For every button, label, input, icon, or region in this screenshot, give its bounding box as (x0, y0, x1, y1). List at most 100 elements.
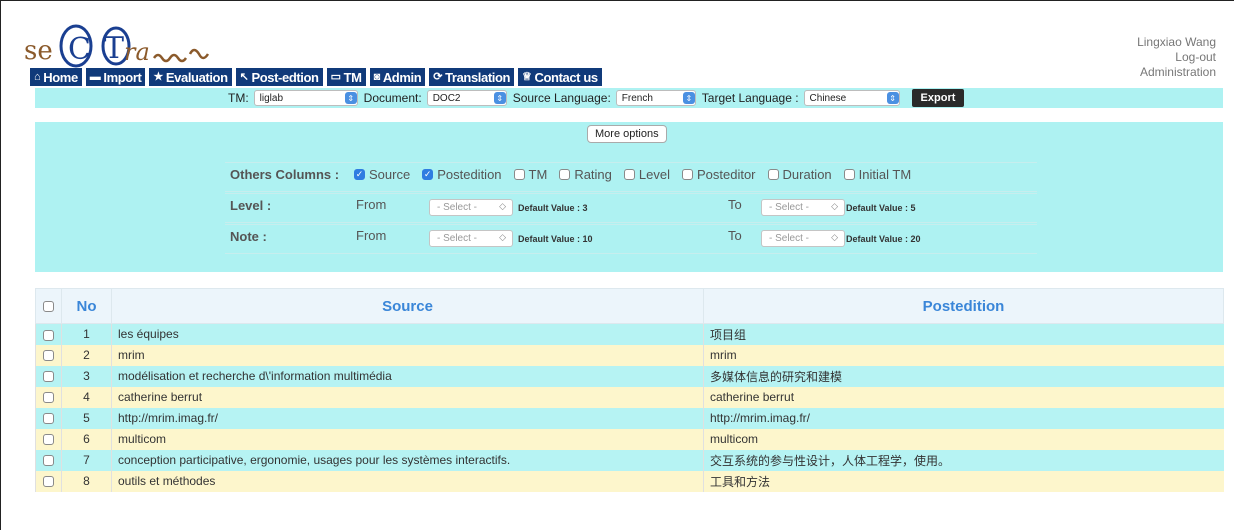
postedition-cell[interactable]: mrim (703, 344, 1224, 366)
select-arrows-icon: ⇕ (493, 92, 506, 104)
row-checkbox[interactable] (43, 329, 54, 341)
select-arrows-icon: ◇ (499, 232, 506, 242)
note-from-select[interactable]: - Select - ◇ (429, 230, 513, 247)
column-toggle-level[interactable]: Level (623, 167, 670, 182)
nav-label: Translation (445, 69, 511, 85)
target-language-select[interactable]: Chinese ⇕ (803, 90, 900, 106)
row-checkbox[interactable] (43, 413, 54, 425)
table-row[interactable]: 8 outils et méthodes 工具和方法 (35, 470, 1224, 492)
main-nav: ⌂ Home ▬ Import ★ Evaluation ↖ Post-edtion ▭ TM ◙ A… (30, 68, 602, 86)
administration-link[interactable]: Administration (1137, 65, 1216, 80)
level-from-select[interactable]: - Select - ◇ (429, 199, 513, 216)
svg-text:T: T (104, 31, 124, 66)
more-options-button[interactable]: More options (587, 125, 667, 143)
source-cell[interactable]: http://mrim.imag.fr/ (111, 407, 704, 429)
nav-tm[interactable]: ▭ TM (326, 68, 366, 86)
table-row[interactable]: 3 modélisation et recherche d\'informatio… (35, 365, 1224, 387)
book-icon: ▭ (330, 70, 341, 83)
row-checkbox[interactable] (43, 371, 54, 383)
note-to-label: To (728, 228, 742, 243)
source-cell[interactable]: multicom (111, 428, 704, 450)
others-columns-label: Others Columns : (230, 167, 340, 182)
tm-label: TM: (228, 91, 249, 105)
row-number: 2 (61, 344, 112, 366)
table-row[interactable]: 7 conception participative, ergonomie, us… (35, 449, 1224, 471)
document-label: Document: (363, 91, 422, 105)
postedition-cell[interactable]: 多媒体信息的研究和建模 (703, 365, 1224, 387)
checkbox[interactable] (559, 169, 571, 180)
column-header-source[interactable]: Source (111, 288, 704, 324)
filter-table: Others Columns : ✓ Source ✓ Postedition TM Ra… (225, 162, 1037, 255)
note-from-default: Default Value : 10 (518, 234, 593, 244)
source-cell[interactable]: mrim (111, 344, 704, 366)
level-from-default: Default Value : 3 (518, 203, 588, 213)
column-toggle-posteditor[interactable]: Posteditor (681, 167, 756, 182)
source-cell[interactable]: catherine berrut (111, 386, 704, 408)
column-toggle-source[interactable]: ✓ Source (354, 167, 410, 182)
nav-contact-us[interactable]: ♕ Contact us (518, 68, 602, 86)
table-row[interactable]: 1 les équipes 项目组 (35, 323, 1224, 345)
nav-label: Import (103, 69, 142, 85)
postedition-cell[interactable]: http://mrim.imag.fr/ (703, 407, 1224, 429)
row-checkbox[interactable] (43, 434, 54, 446)
checkbox[interactable] (623, 169, 635, 180)
row-checkbox[interactable] (43, 392, 54, 404)
table-row[interactable]: 2 mrim mrim (35, 344, 1224, 366)
source-cell[interactable]: conception participative, ergonomie, usa… (111, 449, 704, 471)
column-toggle-duration[interactable]: Duration (767, 167, 832, 182)
select-all-checkbox[interactable] (43, 301, 54, 313)
table-row[interactable]: 6 multicom multicom (35, 428, 1224, 450)
source-cell[interactable]: les équipes (111, 323, 704, 345)
note-from-label: From (356, 228, 387, 243)
tm-select-value: liglab (259, 92, 284, 104)
nav-import[interactable]: ▬ Import (85, 68, 146, 86)
checkbox[interactable] (513, 169, 525, 180)
nav-label: Home (43, 69, 78, 85)
column-toggle-tm[interactable]: TM (513, 167, 548, 182)
column-header-postedition[interactable]: Postedition (703, 288, 1224, 324)
logout-link[interactable]: Log-out (1137, 50, 1216, 65)
select-arrows-icon: ◇ (499, 201, 506, 211)
checkbox[interactable] (843, 169, 855, 180)
select-arrows-icon: ⇕ (682, 92, 695, 104)
postedition-cell[interactable]: 交互系统的参与性设计，人体工程学，使用。 (703, 449, 1224, 471)
svg-text:ra: ra (124, 38, 150, 66)
table-header-row: No Source Postedition (35, 288, 1224, 324)
row-checkbox[interactable] (43, 476, 54, 488)
checkbox[interactable]: ✓ (422, 169, 434, 180)
target-language-value: Chinese (809, 92, 847, 104)
nav-home[interactable]: ⌂ Home (30, 68, 82, 86)
column-header-no[interactable]: No (61, 288, 112, 324)
source-cell[interactable]: modélisation et recherche d\'information… (111, 365, 704, 387)
level-to-select[interactable]: - Select - ◇ (761, 199, 845, 216)
source-cell[interactable]: outils et méthodes (111, 470, 704, 492)
document-select[interactable]: DOC2 ⇕ (426, 90, 507, 106)
column-toggle-initial-tm[interactable]: Initial TM (843, 167, 911, 182)
row-checkbox[interactable] (43, 350, 54, 362)
export-button[interactable]: Export (911, 89, 965, 107)
nav-admin[interactable]: ◙ Admin (369, 68, 426, 86)
postedition-cell[interactable]: catherine berrut (703, 386, 1224, 408)
row-checkbox[interactable] (43, 455, 54, 467)
row-select-cell (35, 386, 62, 408)
postedition-cell[interactable]: 工具和方法 (703, 470, 1224, 492)
nav-evaluation[interactable]: ★ Evaluation (149, 68, 232, 86)
checkbox-label: TM (528, 167, 548, 182)
tm-select[interactable]: liglab ⇕ (253, 90, 358, 106)
nav-translation[interactable]: ⟳ Translation (429, 68, 515, 86)
nav-label: Admin (382, 69, 422, 85)
level-from-label: From (356, 197, 387, 212)
checkbox[interactable] (767, 169, 779, 180)
column-toggle-postedition[interactable]: ✓ Postedition (422, 167, 502, 182)
row-number: 3 (61, 365, 112, 387)
source-language-select[interactable]: French ⇕ (615, 90, 696, 106)
note-to-select[interactable]: - Select - ◇ (761, 230, 845, 247)
checkbox[interactable] (681, 169, 693, 180)
table-row[interactable]: 5 http://mrim.imag.fr/http://mrim.imag.fr… (35, 407, 1224, 429)
postedition-cell[interactable]: 项目组 (703, 323, 1224, 345)
table-row[interactable]: 4 catherine berrut catherine berrut (35, 386, 1224, 408)
column-toggle-rating[interactable]: Rating (559, 167, 612, 182)
checkbox[interactable]: ✓ (354, 169, 365, 180)
postedition-cell[interactable]: multicom (703, 428, 1224, 450)
nav-post-edtion[interactable]: ↖ Post-edtion (235, 68, 323, 86)
